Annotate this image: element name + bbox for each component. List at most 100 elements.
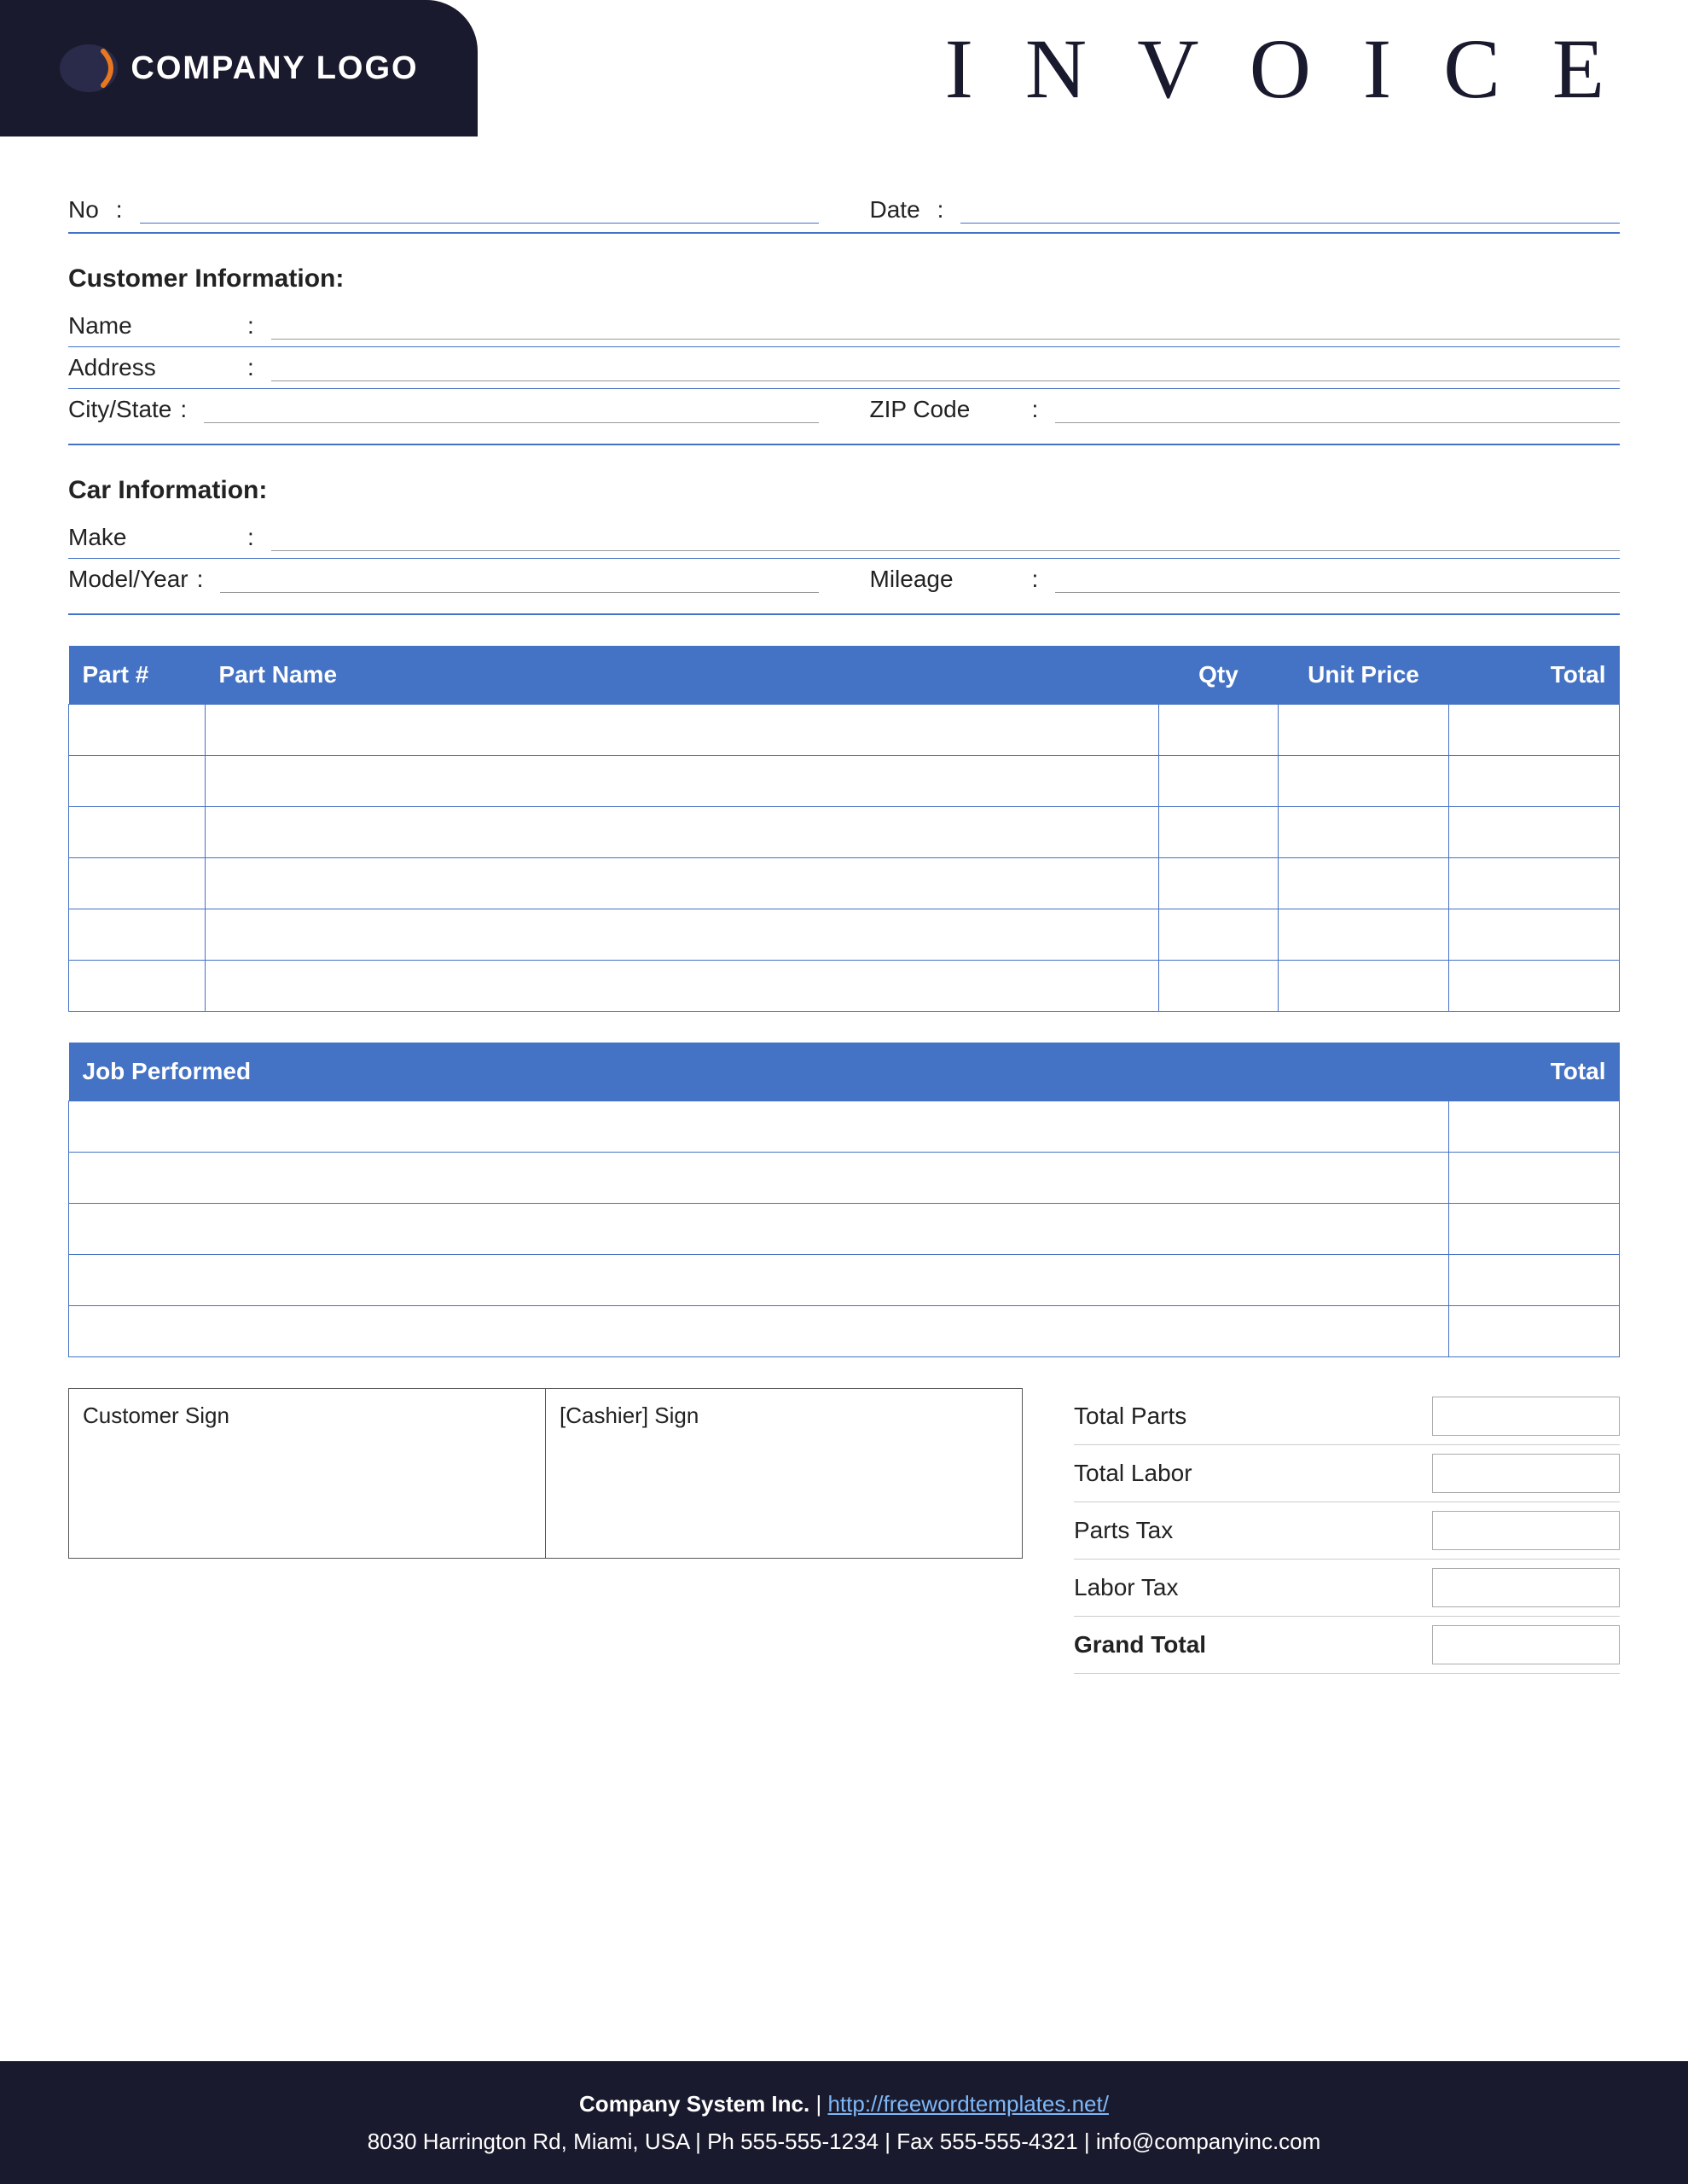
table-row <box>69 1306 1620 1357</box>
invoice-area: I N V O I C E <box>478 0 1688 136</box>
logo-icon <box>59 43 119 94</box>
no-field: No : <box>68 196 819 224</box>
customer-info-section: Customer Information: Name : Address : C… <box>68 264 1620 445</box>
cell-job <box>69 1204 1449 1255</box>
cell-unit-price <box>1279 705 1449 756</box>
parts-table: Part # Part Name Qty Unit Price Total <box>68 646 1620 1012</box>
model-half: Model/Year : <box>68 566 819 593</box>
cell-job-total <box>1449 1306 1620 1357</box>
cell-total <box>1449 807 1620 858</box>
parts-col-total: Total <box>1449 646 1620 705</box>
car-make-row: Make : <box>68 517 1620 559</box>
customer-address-row: Address : <box>68 347 1620 389</box>
cell-part-num <box>69 909 206 961</box>
bottom-section: Customer Sign [Cashier] Sign Total Parts… <box>68 1388 1620 1674</box>
zip-colon: : <box>1032 396 1039 423</box>
cell-unit-price <box>1279 807 1449 858</box>
parts-col-unit-price: Unit Price <box>1279 646 1449 705</box>
cell-qty <box>1159 807 1279 858</box>
cell-total <box>1449 756 1620 807</box>
logo-area: COMPANY LOGO <box>0 0 478 136</box>
zip-half: ZIP Code : <box>870 396 1621 423</box>
no-date-row: No : Date : <box>68 196 1620 234</box>
table-row <box>69 1255 1620 1306</box>
cell-unit-price <box>1279 961 1449 1012</box>
cell-job <box>69 1255 1449 1306</box>
table-row <box>69 1101 1620 1153</box>
cell-job-total <box>1449 1153 1620 1204</box>
parts-col-part-name: Part Name <box>206 646 1159 705</box>
cell-job-total <box>1449 1204 1620 1255</box>
cell-unit-price <box>1279 858 1449 909</box>
labor-tax-value <box>1432 1568 1620 1607</box>
total-labor-label: Total Labor <box>1074 1460 1415 1487</box>
table-row <box>69 961 1620 1012</box>
cell-unit-price <box>1279 909 1449 961</box>
cell-qty <box>1159 961 1279 1012</box>
no-colon: : <box>116 196 123 224</box>
mileage-colon: : <box>1032 566 1039 593</box>
cell-part-name <box>206 756 1159 807</box>
cell-part-num <box>69 961 206 1012</box>
address-label: Address <box>68 354 239 381</box>
table-row <box>69 1204 1620 1255</box>
header: COMPANY LOGO I N V O I C E <box>0 0 1688 136</box>
cell-total <box>1449 961 1620 1012</box>
page-wrapper: COMPANY LOGO I N V O I C E No : Date : C… <box>0 0 1688 2184</box>
cell-part-num <box>69 756 206 807</box>
cell-qty <box>1159 705 1279 756</box>
jobs-table-header-row: Job Performed Total <box>69 1043 1620 1101</box>
parts-tax-value <box>1432 1511 1620 1550</box>
make-value <box>271 529 1620 551</box>
cell-job <box>69 1153 1449 1204</box>
cell-total <box>1449 705 1620 756</box>
grand-total-value <box>1432 1625 1620 1664</box>
footer-separator: | <box>815 2091 827 2117</box>
mileage-label: Mileage <box>870 566 1024 593</box>
cell-job-total <box>1449 1101 1620 1153</box>
grand-total-label: Grand Total <box>1074 1631 1415 1658</box>
zip-label: ZIP Code <box>870 396 1024 423</box>
address-colon: : <box>247 354 254 381</box>
cell-qty <box>1159 909 1279 961</box>
name-label: Name <box>68 312 239 340</box>
parts-table-header-row: Part # Part Name Qty Unit Price Total <box>69 646 1620 705</box>
city-half: City/State : <box>68 396 819 423</box>
model-colon: : <box>197 566 204 593</box>
total-parts-row: Total Parts <box>1074 1388 1620 1445</box>
date-label: Date <box>870 196 920 224</box>
address-value <box>271 359 1620 381</box>
total-labor-row: Total Labor <box>1074 1445 1620 1502</box>
footer: Company System Inc. | http://freewordtem… <box>0 2061 1688 2184</box>
cell-part-name <box>206 961 1159 1012</box>
logo-wrapper: COMPANY LOGO <box>59 43 418 94</box>
footer-line1: Company System Inc. | http://freewordtem… <box>34 2085 1654 2123</box>
date-colon: : <box>937 196 944 224</box>
cell-total <box>1449 909 1620 961</box>
customer-name-row: Name : <box>68 305 1620 347</box>
table-row <box>69 858 1620 909</box>
total-parts-value <box>1432 1397 1620 1436</box>
labor-tax-label: Labor Tax <box>1074 1574 1415 1601</box>
parts-tax-label: Parts Tax <box>1074 1517 1415 1544</box>
cell-part-num <box>69 705 206 756</box>
total-parts-label: Total Parts <box>1074 1403 1415 1430</box>
make-label: Make <box>68 524 239 551</box>
cell-part-name <box>206 807 1159 858</box>
jobs-table: Job Performed Total <box>68 1043 1620 1357</box>
labor-tax-row: Labor Tax <box>1074 1560 1620 1617</box>
cell-part-name <box>206 858 1159 909</box>
cell-job <box>69 1306 1449 1357</box>
parts-tax-row: Parts Tax <box>1074 1502 1620 1560</box>
totals-area: Total Parts Total Labor Parts Tax Labor … <box>1074 1388 1620 1674</box>
cashier-sign-label: [Cashier] Sign <box>560 1403 1008 1429</box>
mileage-value <box>1055 571 1620 593</box>
cell-part-num <box>69 807 206 858</box>
footer-company-name: Company System Inc. <box>579 2091 809 2117</box>
customer-info-title: Customer Information: <box>68 264 1620 293</box>
car-model-row: Model/Year : Mileage : <box>68 559 1620 600</box>
grand-total-row: Grand Total <box>1074 1617 1620 1674</box>
zip-value <box>1055 401 1620 423</box>
cell-qty <box>1159 858 1279 909</box>
footer-website-link[interactable]: http://freewordtemplates.net/ <box>827 2091 1109 2117</box>
